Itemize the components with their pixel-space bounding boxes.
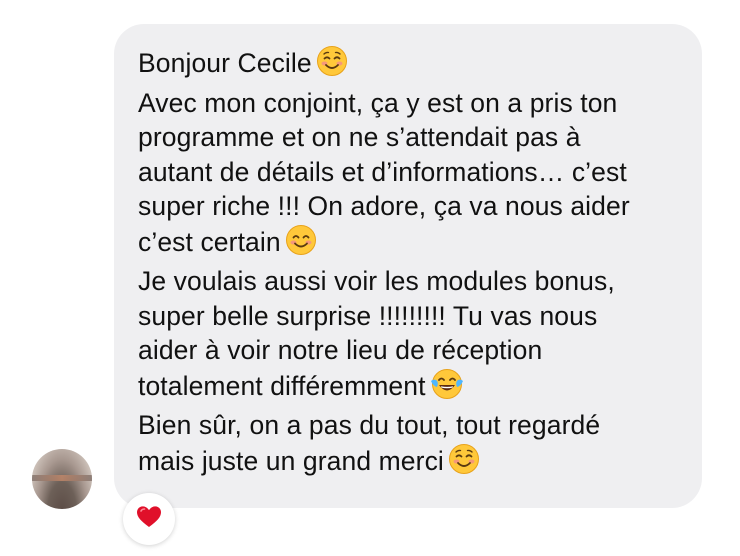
smiling-face-icon [448,443,480,484]
conversation: Bonjour Cecile Avec mon conjoint, ça y e… [0,0,740,556]
avatar-sunset-horizon [32,475,92,481]
heart-reaction-badge[interactable] [123,493,175,545]
red-heart-icon [136,505,162,534]
message-bubble[interactable]: Bonjour Cecile Avec mon conjoint, ça y e… [114,24,702,508]
message-line: super riche !!! On adore, ça va nous aid… [138,191,630,221]
message-line: programme et on ne s’attendait pas à [138,122,581,152]
message-line: autant de détails et d’informations… c’e… [138,156,627,187]
tears-of-joy-face-icon [430,368,464,409]
message-line: Avec mon conjoint, ça y est on a pris to… [138,87,618,118]
message-line: totalement différemment [138,368,678,409]
message-line: mais juste un grand merci [138,443,678,484]
message-line: Je voulais aussi voir les modules bonus, [138,266,615,296]
message-line: super belle surprise !!!!!!!!! Tu vas no… [138,300,598,331]
sender-avatar[interactable] [32,449,92,509]
smiling-eyes-face-icon [285,224,317,265]
message-line: Bonjour Cecile [138,45,678,86]
message-line: c’est certain [138,224,678,265]
message-line: Bien sûr, on a pas du tout, tout regardé [138,410,601,440]
smiling-face-icon [316,45,348,86]
message-line: aider à voir notre lieu de réception [138,335,543,365]
